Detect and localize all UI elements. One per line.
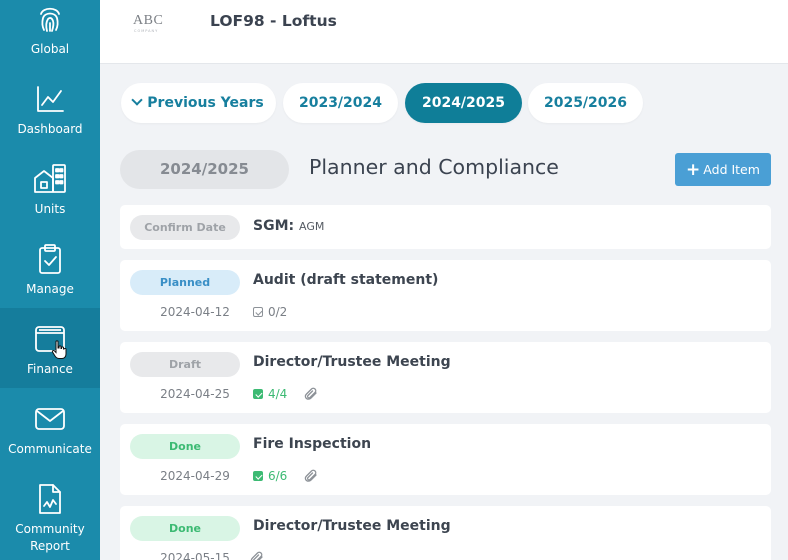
plus-icon: +: [686, 160, 701, 180]
document-chart-icon: [39, 484, 61, 514]
checkbox-checked-icon: [253, 471, 263, 481]
section-title: Planner and Compliance: [309, 155, 559, 179]
checklist-progress: 0/2: [253, 305, 287, 319]
sidebar-item-label-line2: Report: [30, 539, 70, 553]
status-badge: Confirm Date: [130, 215, 240, 240]
checkbox-icon: [253, 307, 263, 317]
paperclip-icon: [304, 469, 317, 482]
status-badge: Draft: [130, 352, 240, 377]
chevron-down-icon: [131, 94, 143, 106]
sidebar-item-finance[interactable]: Finance: [0, 308, 100, 388]
checklist-progress: 4/4: [253, 387, 287, 401]
sidebar-item-label: Units: [34, 202, 66, 216]
sidebar-item-dashboard[interactable]: Dashboard: [0, 80, 100, 160]
company-logo-sub: COMPANY: [134, 29, 159, 33]
item-title: Fire Inspection: [253, 436, 372, 452]
item-title: Director/Trustee Meeting: [253, 354, 451, 370]
tab-2025-2026[interactable]: 2025/2026: [528, 83, 643, 123]
add-item-label: Add Item: [703, 162, 760, 177]
envelope-icon: [35, 408, 65, 430]
planner-item[interactable]: Done Director/Trustee Meeting 2024-05-15: [120, 506, 771, 560]
planner-item[interactable]: Draft Director/Trustee Meeting 2024-04-2…: [120, 342, 771, 413]
checklist-progress: 6/6: [253, 469, 287, 483]
fingerprint-icon: [40, 7, 60, 32]
status-badge: Done: [130, 434, 240, 459]
sidebar-item-label: Global: [30, 42, 70, 56]
sidebar-item-community-report[interactable]: Community Report: [0, 480, 100, 560]
planner-item[interactable]: Done Fire Inspection 2024-04-29 6/6: [120, 424, 771, 495]
sidebar-item-label: Manage: [26, 282, 74, 296]
clipboard-check-icon: [39, 244, 61, 274]
item-date: 2024-04-12: [160, 305, 230, 319]
sidebar-item-label: Communicate: [8, 442, 92, 456]
planner-item[interactable]: Planned Audit (draft statement) 2024-04-…: [120, 260, 771, 331]
status-badge: Planned: [130, 270, 240, 295]
line-chart-icon: [37, 86, 64, 112]
sidebar: Global Dashboard Units Manage Finance Co…: [0, 0, 100, 560]
building-icon: [34, 164, 66, 193]
sidebar-item-units[interactable]: Units: [0, 160, 100, 240]
checkbox-checked-icon: [253, 389, 263, 399]
top-bar: ABC COMPANY LOF98 - Loftus: [100, 0, 788, 64]
item-date: 2024-05-15: [160, 551, 230, 560]
item-date: 2024-04-25: [160, 387, 230, 401]
item-title: Director/Trustee Meeting: [253, 518, 451, 534]
sidebar-item-label: Community: [15, 522, 85, 536]
company-logo: ABC: [133, 13, 164, 28]
tab-2024-2025[interactable]: 2024/2025: [405, 83, 522, 123]
tab-2023-2024[interactable]: 2023/2024: [283, 83, 398, 123]
planner-item[interactable]: Confirm Date SGM: AGM: [120, 205, 771, 249]
hand-pointer-cursor-icon: [51, 340, 67, 359]
item-title: SGM: AGM: [253, 218, 324, 234]
item-date: 2024-04-29: [160, 469, 230, 483]
previous-years-button[interactable]: Previous Years: [121, 83, 276, 123]
status-badge: Done: [130, 516, 240, 541]
item-title-label: SGM:: [253, 218, 295, 234]
sidebar-item-label: Finance: [27, 362, 73, 376]
paperclip-icon: [304, 387, 317, 400]
previous-years-label: Previous Years: [147, 95, 264, 111]
year-badge: 2024/2025: [120, 150, 289, 189]
item-title: Audit (draft statement): [253, 272, 439, 288]
sidebar-item-global[interactable]: Global: [0, 0, 100, 80]
checklist-count: 6/6: [268, 469, 288, 483]
checklist-count: 0/2: [268, 305, 288, 319]
checklist-count: 4/4: [268, 387, 288, 401]
sidebar-item-communicate[interactable]: Communicate: [0, 400, 100, 480]
property-title: LOF98 - Loftus: [210, 12, 337, 30]
add-item-button[interactable]: + Add Item: [675, 153, 771, 186]
sidebar-item-label: Dashboard: [17, 122, 83, 136]
item-subtitle: AGM: [298, 220, 325, 233]
paperclip-icon: [250, 551, 263, 560]
